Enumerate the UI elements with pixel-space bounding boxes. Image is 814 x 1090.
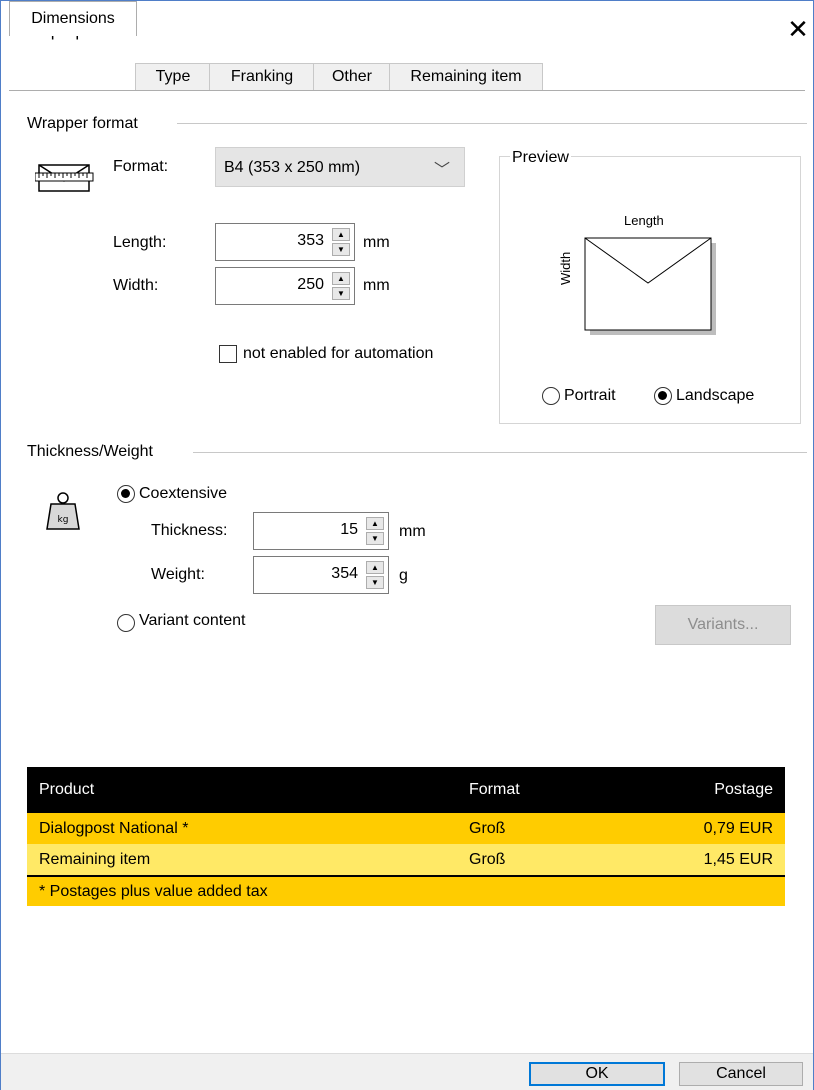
thickness-divider — [193, 452, 807, 453]
table-row: Dialogpost National * Groß 0,79 EUR — [27, 813, 785, 844]
width-down-icon[interactable]: ▼ — [332, 287, 350, 300]
length-up-icon[interactable]: ▲ — [332, 228, 350, 241]
variant-content-radio[interactable] — [117, 614, 135, 632]
portrait-radio[interactable] — [542, 387, 560, 405]
preview-label: Preview — [510, 149, 571, 167]
preview-width-text: Width — [558, 251, 573, 285]
length-unit: mm — [363, 234, 390, 251]
weight-icon-text: kg — [58, 515, 69, 525]
width-spinner[interactable]: 250 ▲ ▼ — [215, 267, 355, 305]
row-postage: 0,79 EUR — [703, 819, 773, 837]
weight-down-icon[interactable]: ▼ — [366, 576, 384, 589]
tab-remaining-item[interactable]: Remaining item — [389, 63, 543, 90]
thickness-up-icon[interactable]: ▲ — [366, 517, 384, 530]
width-value: 250 — [297, 276, 324, 293]
thickness-value: 15 — [340, 521, 358, 538]
format-label: Format: — [113, 158, 169, 175]
postage-table: Product Format Postage Dialogpost Nation… — [27, 767, 785, 906]
width-up-icon[interactable]: ▲ — [332, 272, 350, 285]
wrapper-format-divider — [177, 123, 807, 124]
close-icon[interactable]: ✕ — [783, 15, 813, 45]
preview-group: Preview Length Width Portrait Landscape — [499, 149, 801, 424]
coextensive-radio[interactable] — [117, 485, 135, 503]
tab-dimensions[interactable]: Dimensions — [9, 1, 137, 36]
length-value: 353 — [297, 232, 324, 249]
thickness-group-label: Thickness/Weight — [27, 443, 153, 460]
thickness-unit: mm — [399, 523, 426, 540]
wrapper-format-group-label: Wrapper format — [27, 115, 138, 132]
tab-franking[interactable]: Franking — [209, 63, 315, 90]
format-value: B4 (353 x 250 mm) — [224, 159, 361, 176]
width-unit: mm — [363, 277, 390, 294]
thickness-down-icon[interactable]: ▼ — [366, 532, 384, 545]
row-product: Remaining item — [39, 850, 151, 868]
row-postage: 1,45 EUR — [703, 850, 773, 868]
weight-icon: kg — [43, 491, 83, 531]
weight-spinner[interactable]: 354 ▲ ▼ — [253, 556, 389, 594]
thickness-label: Thickness: — [151, 522, 228, 539]
row-product: Dialogpost National * — [39, 819, 189, 837]
variants-button[interactable]: Variants... — [655, 605, 791, 645]
weight-up-icon[interactable]: ▲ — [366, 561, 384, 574]
tab-type[interactable]: Type — [135, 63, 211, 90]
automation-label: not enabled for automation — [243, 345, 434, 362]
preview-length-text: Length — [624, 213, 664, 228]
format-select[interactable]: B4 (353 x 250 mm) ﹀ — [215, 147, 465, 187]
postage-note: * Postages plus value added tax — [39, 882, 268, 900]
tab-other[interactable]: Other — [313, 63, 391, 90]
coextensive-label: Coextensive — [139, 485, 228, 502]
column-header-postage: Postage — [661, 767, 785, 813]
chevron-down-icon: ﹀ — [433, 162, 450, 179]
envelope-preview-icon — [584, 237, 718, 337]
thickness-spinner[interactable]: 15 ▲ ▼ — [253, 512, 389, 550]
length-down-icon[interactable]: ▼ — [332, 243, 350, 256]
landscape-label: Landscape — [676, 387, 755, 404]
weight-unit: g — [399, 567, 408, 584]
portrait-label: Portrait — [564, 387, 616, 404]
length-spinner[interactable]: 353 ▲ ▼ — [215, 223, 355, 261]
table-row: Remaining item Groß 1,45 EUR — [27, 844, 785, 876]
length-label: Length: — [113, 234, 167, 251]
weight-label: Weight: — [151, 566, 205, 583]
item-properties-dialog: Item properties ✕ Dimensions Type Franki… — [0, 0, 814, 1090]
weight-value: 354 — [331, 565, 358, 582]
cancel-button[interactable]: Cancel — [679, 1062, 803, 1086]
row-format: Groß — [469, 850, 506, 868]
column-header-product: Product — [27, 767, 457, 813]
column-header-format: Format — [457, 767, 661, 813]
variant-content-label: Variant content — [139, 612, 246, 629]
envelope-ruler-icon — [34, 159, 95, 195]
landscape-radio[interactable] — [654, 387, 672, 405]
row-format: Groß — [469, 819, 506, 837]
tab-underline — [9, 90, 805, 91]
width-label: Width: — [113, 277, 159, 294]
ok-button[interactable]: OK — [529, 1062, 665, 1086]
table-note-row: * Postages plus value added tax — [27, 876, 785, 906]
automation-checkbox[interactable] — [219, 345, 237, 363]
